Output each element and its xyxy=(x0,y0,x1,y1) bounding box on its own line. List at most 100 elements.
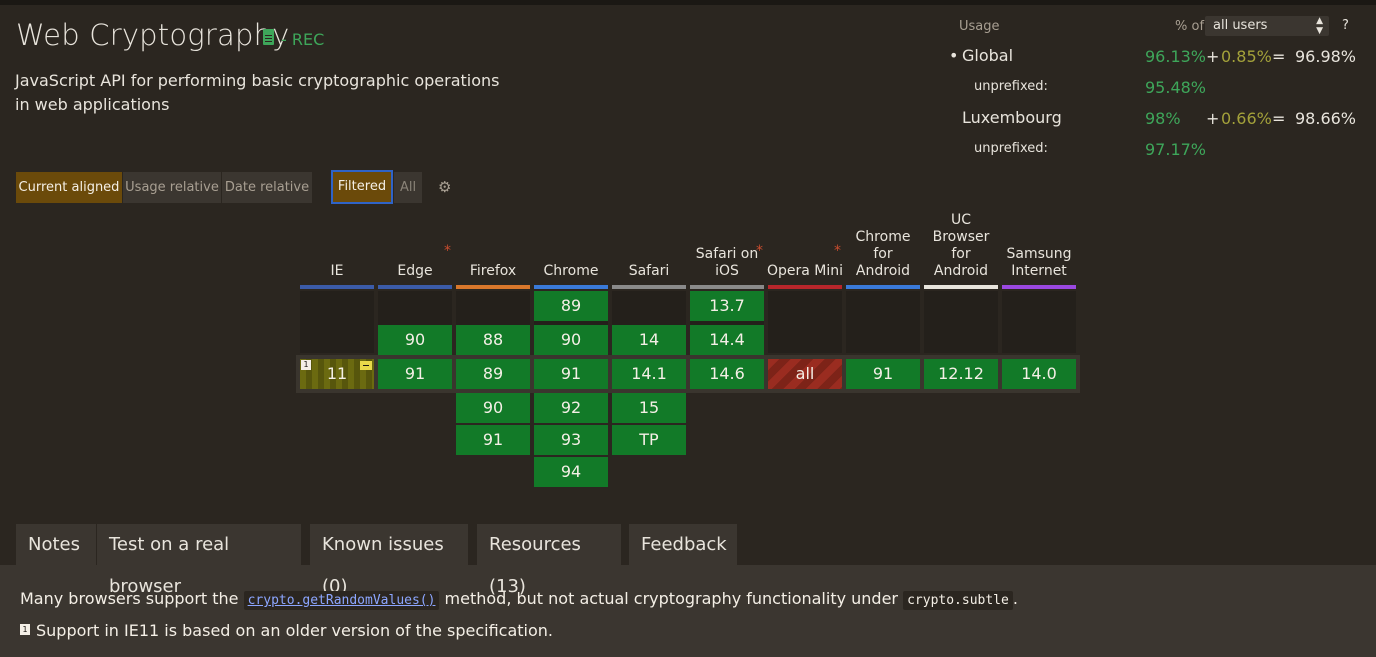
browser-color-bar-edge xyxy=(378,285,452,289)
browser-color-bar-opera-mini xyxy=(768,285,842,289)
version-cell[interactable]: 94 xyxy=(534,457,608,487)
browser-color-bar-firefox xyxy=(456,285,530,289)
column-bg-ie xyxy=(300,291,374,353)
column-bg-samsung-internet xyxy=(1002,291,1076,353)
version-cell[interactable]: 14.1 xyxy=(612,359,686,389)
column-bg-chrome-for-android xyxy=(846,291,920,353)
version-cell[interactable]: 91 xyxy=(846,359,920,389)
browser-header-chrome: Chrome xyxy=(543,263,599,279)
note-text-b: method, but not actual cryptography func… xyxy=(444,589,898,608)
browser-color-bar-samsung-internet xyxy=(1002,285,1076,289)
version-cell[interactable]: 91 xyxy=(456,425,530,455)
version-cell[interactable]: 13.7 xyxy=(690,291,764,321)
version-cell[interactable]: 91 xyxy=(534,359,608,389)
browser-header-firefox: Firefox xyxy=(469,263,517,279)
users-select-value: all users xyxy=(1213,18,1268,33)
all-button[interactable]: All xyxy=(394,172,422,203)
region-label: Luxembourg xyxy=(962,108,1062,127)
version-cell[interactable]: 90 xyxy=(534,325,608,355)
browser-header-safari-on-ios: Safari on iOS xyxy=(695,246,759,279)
note-text-c: . xyxy=(1012,589,1018,608)
global-label: Global xyxy=(962,46,1014,65)
usage-relative-button[interactable]: Usage relative xyxy=(123,172,221,203)
prefix-note-icon: * xyxy=(834,243,841,259)
prefix-note-icon: * xyxy=(444,243,451,259)
region-total: 98.66% xyxy=(1295,109,1357,128)
help-link[interactable]: ? xyxy=(1342,18,1349,33)
version-cell[interactable]: 91 xyxy=(378,359,452,389)
users-select[interactable]: all users ▲ ▼ xyxy=(1205,16,1329,36)
note-line-1: Many browsers support the crypto.getRand… xyxy=(20,589,1018,610)
browser-color-bar-chrome-for-android xyxy=(846,285,920,289)
prefix-note-icon: * xyxy=(756,243,763,259)
tab-test-on-a-real-browser[interactable]: Test on a real browser xyxy=(97,524,301,597)
page-title: Web Cryptography xyxy=(16,18,290,52)
version-cell[interactable]: 12.12 xyxy=(924,359,998,389)
version-cell[interactable]: 88 xyxy=(456,325,530,355)
region-equals: = xyxy=(1272,109,1286,128)
date-relative-button[interactable]: Date relative xyxy=(222,172,312,203)
partial-support-icon xyxy=(360,361,372,370)
version-cell[interactable]: 14 xyxy=(612,325,686,355)
browser-header-samsung-internet: Samsung Internet xyxy=(1006,246,1072,279)
version-cell[interactable]: 14.6 xyxy=(690,359,764,389)
global-partial: 0.85% xyxy=(1221,47,1272,66)
version-cell[interactable]: 92 xyxy=(534,393,608,423)
get-random-values-link[interactable]: crypto.getRandomValues() xyxy=(243,591,440,610)
pct-of-label: % of xyxy=(1175,19,1205,34)
browser-header-chrome-for-android: Chrome for Android xyxy=(855,229,911,279)
version-cell[interactable]: 89 xyxy=(456,359,530,389)
tab-resources-13[interactable]: Resources (13) xyxy=(477,524,621,597)
version-cell[interactable]: TP xyxy=(612,425,686,455)
tab-known-issues-0[interactable]: Known issues (0) xyxy=(310,524,468,597)
region-plus: + xyxy=(1206,109,1220,128)
version-cell[interactable]: 89 xyxy=(534,291,608,321)
global-unprefixed: 95.48% xyxy=(1145,78,1207,97)
version-cell[interactable]: 15 xyxy=(612,393,686,423)
version-cell[interactable]: 90 xyxy=(378,325,452,355)
global-unprefixed-label: unprefixed: xyxy=(974,79,1048,94)
global-supported: 96.13% xyxy=(1145,47,1207,66)
feature-description: JavaScript API for performing basic cryp… xyxy=(15,71,500,114)
browser-header-ie: IE xyxy=(330,263,344,279)
top-strip xyxy=(0,0,1376,5)
footnote-1: 1 Support in IE11 is based on an older ve… xyxy=(20,621,553,640)
document-icon[interactable] xyxy=(263,29,274,45)
browser-color-bar-safari xyxy=(612,285,686,289)
select-arrows-icon: ▲ ▼ xyxy=(1316,16,1323,36)
footnote-text: Support in IE11 is based on an older ver… xyxy=(36,621,554,640)
column-bg-uc-browser-for-android xyxy=(924,291,998,353)
browser-header-opera-mini: Opera Mini xyxy=(766,263,844,279)
browser-color-bar-uc-browser-for-android xyxy=(924,285,998,289)
crypto-subtle-code: crypto.subtle xyxy=(903,591,1013,610)
browser-header-uc-browser-for-android: UC Browser for Android xyxy=(932,212,990,279)
browser-color-bar-safari-on-ios xyxy=(690,285,764,289)
spec-status[interactable]: - REC xyxy=(281,30,324,49)
version-cell[interactable]: 93 xyxy=(534,425,608,455)
region-supported: 98% xyxy=(1145,109,1181,128)
browser-color-bar-ie xyxy=(300,285,374,289)
global-equals: = xyxy=(1272,47,1286,66)
region-unprefixed-label: unprefixed: xyxy=(974,141,1048,156)
column-bg-opera-mini xyxy=(768,291,842,353)
version-cell[interactable]: 14.4 xyxy=(690,325,764,355)
global-plus: + xyxy=(1206,47,1220,66)
footnote-marker: 1 xyxy=(20,624,30,635)
tab-notes[interactable]: Notes xyxy=(16,524,96,565)
version-cell[interactable]: all xyxy=(768,359,842,389)
version-cell[interactable]: 14.0 xyxy=(1002,359,1076,389)
usage-label: Usage xyxy=(959,19,1000,34)
notes-panel xyxy=(0,565,1376,657)
current-aligned-button[interactable]: Current aligned xyxy=(16,172,122,203)
tab-feedback[interactable]: Feedback xyxy=(629,524,737,565)
global-total: 96.98% xyxy=(1295,47,1357,66)
browser-color-bar-chrome xyxy=(534,285,608,289)
global-bullet: • xyxy=(949,46,959,65)
region-unprefixed: 97.17% xyxy=(1145,140,1207,159)
browser-header-edge: Edge xyxy=(397,263,433,279)
gear-icon[interactable]: ⚙ xyxy=(438,178,451,196)
browser-header-safari: Safari xyxy=(628,263,670,279)
filtered-button[interactable]: Filtered xyxy=(331,170,393,204)
version-cell[interactable]: 90 xyxy=(456,393,530,423)
footnote-marker-icon: 1 xyxy=(301,360,311,370)
